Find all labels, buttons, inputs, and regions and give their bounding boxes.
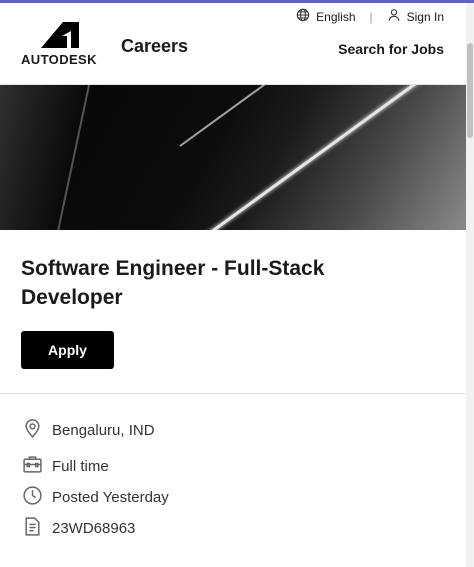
hero-device-shape [0, 85, 95, 230]
language-label: English [316, 9, 356, 24]
job-req-id: 23WD68963 [22, 516, 135, 541]
briefcase-icon [22, 454, 52, 479]
signin-label: Sign In [406, 9, 444, 24]
user-icon [387, 8, 401, 25]
details-divider [0, 393, 466, 394]
signin-link[interactable]: Sign In [387, 8, 444, 25]
req-id-text: 23WD68963 [52, 520, 136, 537]
job-title: Software Engineer - Full-Stack Developer [21, 257, 325, 309]
job-type: Full time [22, 454, 109, 479]
job-posted: Posted Yesterday [22, 485, 169, 510]
page-scrollbar[interactable] [466, 3, 474, 567]
language-selector[interactable]: English [296, 8, 356, 25]
posted-text: Posted Yesterday [52, 489, 169, 506]
clock-icon [22, 485, 52, 510]
hero-banner-image [0, 85, 466, 230]
job-location: Bengaluru, IND [22, 418, 155, 443]
job-type-text: Full time [52, 458, 109, 475]
globe-icon [296, 8, 310, 25]
document-icon [22, 516, 52, 541]
autodesk-logo-mark [41, 22, 79, 48]
top-accent-bar [0, 0, 474, 3]
logo-wordmark: AUTODESK [21, 52, 97, 67]
apply-button[interactable]: Apply [21, 331, 114, 369]
location-pin-icon [22, 418, 52, 443]
careers-label[interactable]: Careers [121, 36, 188, 57]
hero-light-streak [179, 85, 466, 147]
hero-light-streak [204, 85, 466, 230]
search-jobs-link[interactable]: Search for Jobs [338, 41, 444, 57]
utility-bar: English | Sign In [296, 8, 444, 25]
location-text: Bengaluru, IND [52, 422, 155, 439]
utility-separator: | [369, 9, 373, 24]
scrollbar-thumb[interactable] [467, 43, 473, 138]
autodesk-logo[interactable]: AUTODESK [21, 22, 101, 67]
